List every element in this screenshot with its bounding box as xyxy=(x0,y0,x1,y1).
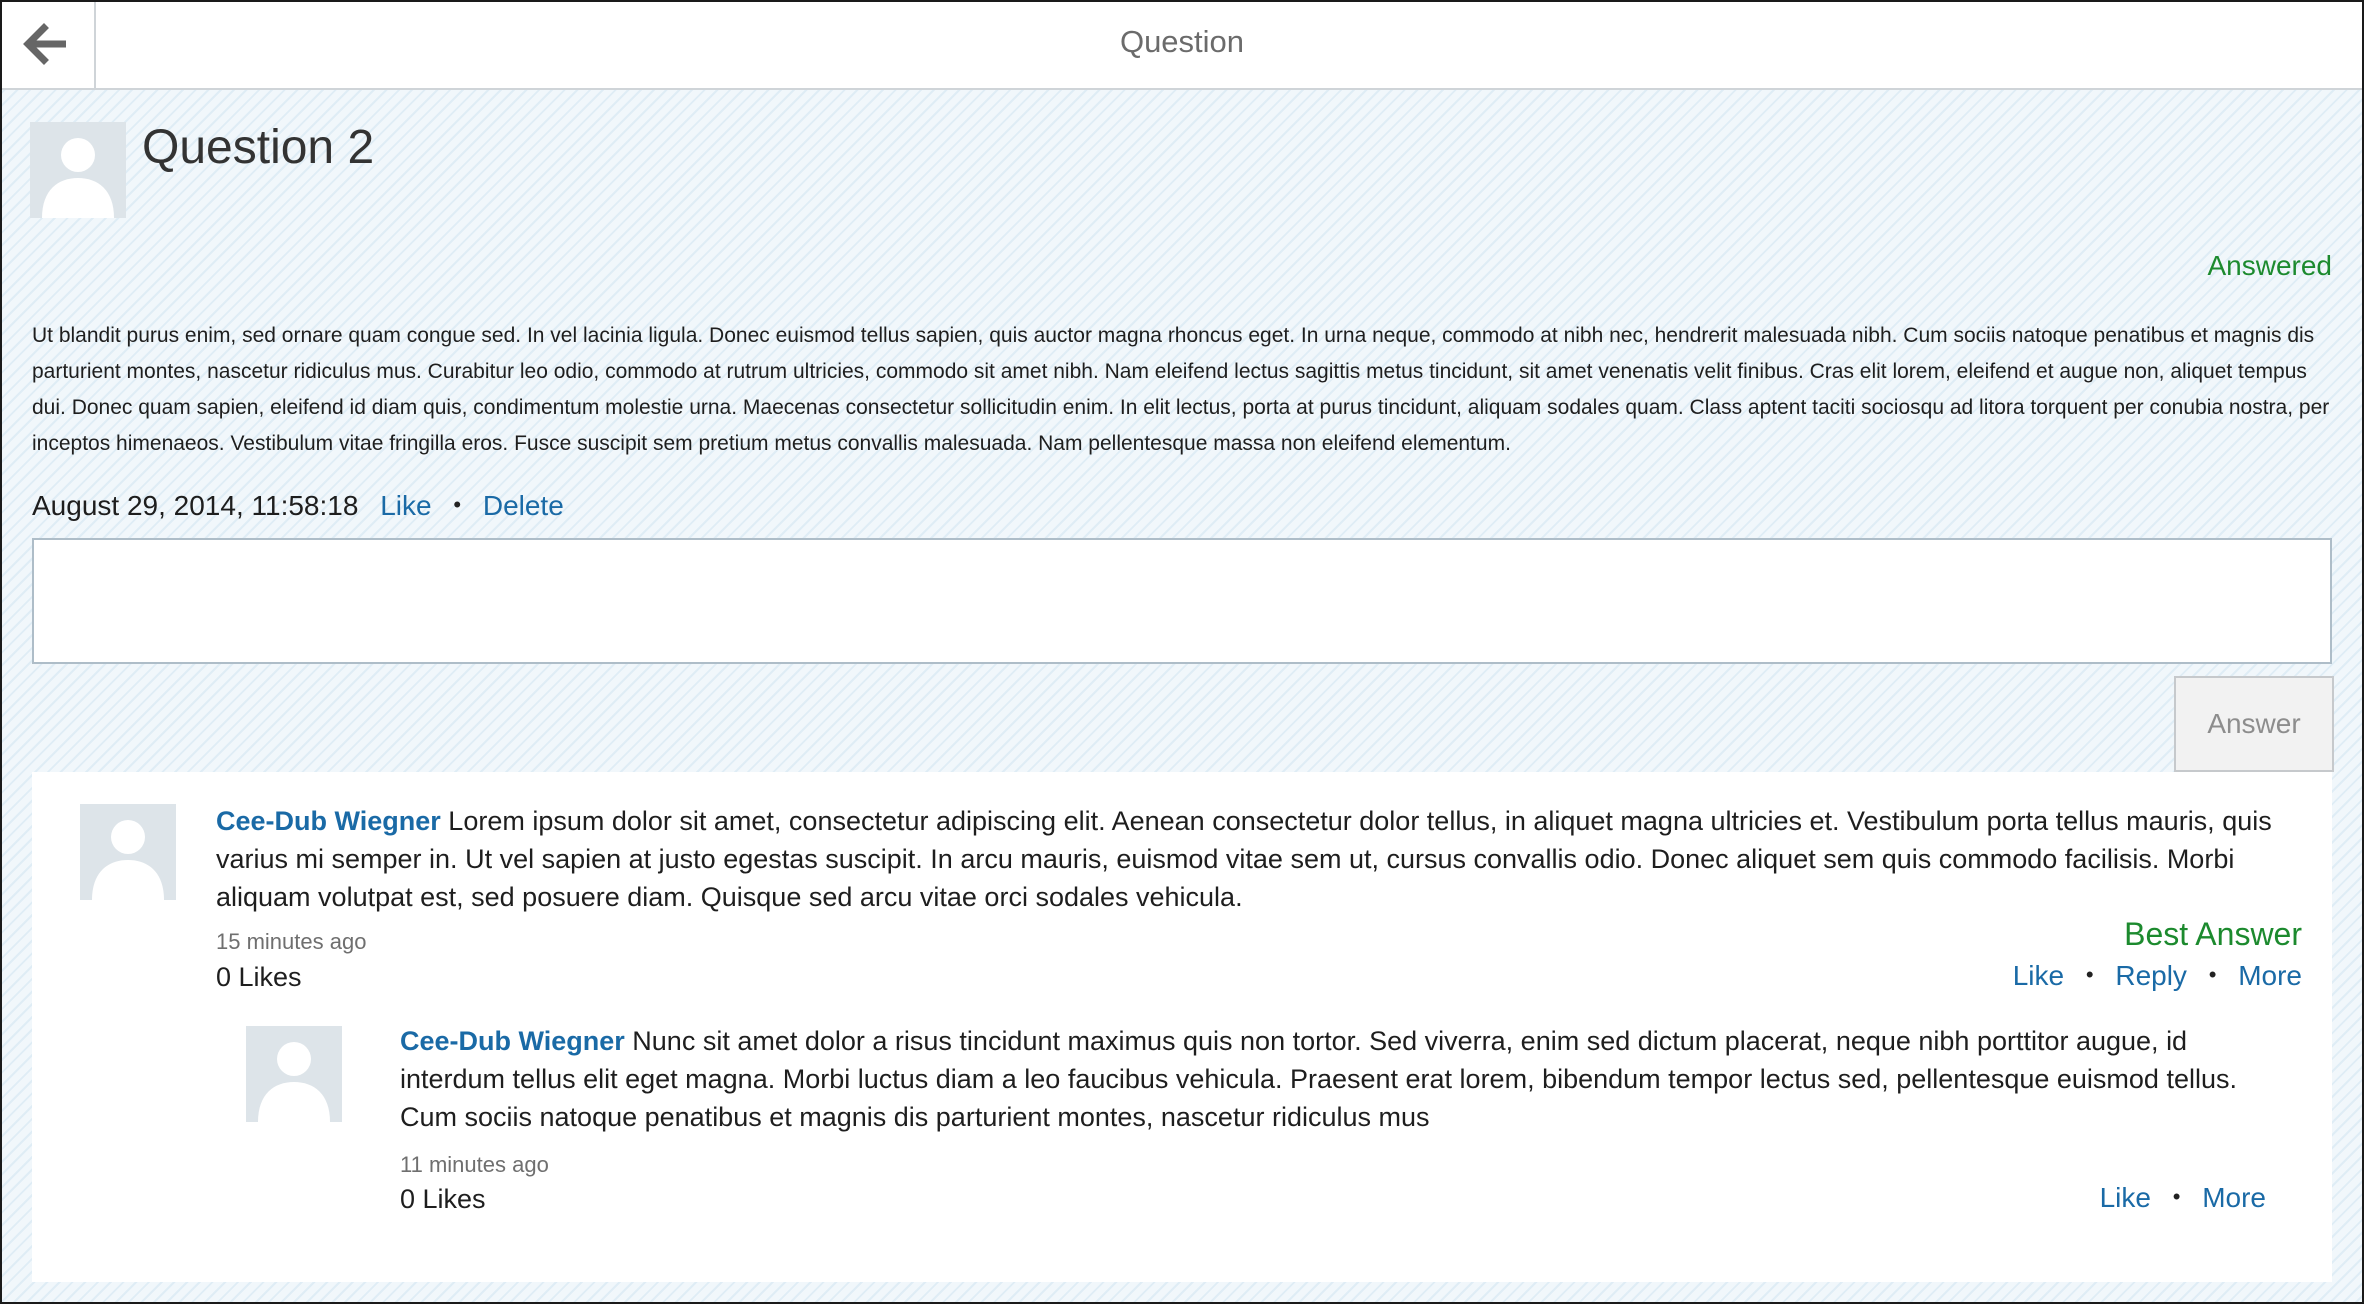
question-delete-link[interactable]: Delete xyxy=(483,490,564,521)
separator-dot: • xyxy=(2172,1184,2181,1209)
reply-text: Cee-Dub Wiegner Nunc sit amet dolor a ri… xyxy=(400,1022,2280,1136)
page-title: Question xyxy=(1119,24,1245,59)
answers-list: Cee-Dub Wiegner Lorem ipsum dolor sit am… xyxy=(32,772,2332,1282)
answered-status: Answered xyxy=(2207,250,2332,281)
app-frame: Question Question 2 Answered Ut blandit … xyxy=(0,0,2364,1304)
separator-dot: • xyxy=(2085,962,2094,987)
reply-author-avatar xyxy=(246,1026,342,1122)
question-author-avatar xyxy=(30,122,126,218)
reply-time: 11 minutes ago xyxy=(400,1152,549,1177)
separator-dot: • xyxy=(453,492,462,517)
question-title: Question 2 xyxy=(142,121,375,174)
user-silhouette-icon xyxy=(92,820,164,900)
answer-time: 15 minutes ago xyxy=(216,929,367,954)
reply-like-count: 0 Likes xyxy=(400,1184,486,1214)
answer-text: Cee-Dub Wiegner Lorem ipsum dolor sit am… xyxy=(216,802,2326,916)
answer-author-avatar xyxy=(80,804,176,900)
question-like-link[interactable]: Like xyxy=(380,490,431,521)
question-meta: August 29, 2014, 11:58:18 Like • Delete xyxy=(32,490,564,522)
separator-dot: • xyxy=(2208,962,2217,987)
answer-input[interactable] xyxy=(32,538,2332,664)
reply-like-link[interactable]: Like xyxy=(2100,1182,2151,1213)
top-bar: Question xyxy=(2,2,2362,90)
answer-more-link[interactable]: More xyxy=(2238,960,2302,991)
reply-body: Nunc sit amet dolor a risus tincidunt ma… xyxy=(400,1026,2237,1132)
reply-item: Cee-Dub Wiegner Nunc sit amet dolor a ri… xyxy=(216,1004,2296,1250)
user-silhouette-icon xyxy=(42,138,114,218)
user-silhouette-icon xyxy=(258,1042,330,1122)
best-answer-badge: Best Answer xyxy=(2124,916,2302,952)
answer-actions: Like • Reply • More xyxy=(2013,960,2302,992)
reply-author-link[interactable]: Cee-Dub Wiegner xyxy=(400,1026,625,1056)
reply-actions: Like • More xyxy=(2100,1182,2266,1214)
answer-author-link[interactable]: Cee-Dub Wiegner xyxy=(216,806,441,836)
answer-like-count: 0 Likes xyxy=(216,962,302,992)
question-timestamp: August 29, 2014, 11:58:18 xyxy=(32,490,359,521)
reply-more-link[interactable]: More xyxy=(2202,1182,2266,1213)
question-body: Ut blandit purus enim, sed ornare quam c… xyxy=(32,324,2330,455)
answer-body: Lorem ipsum dolor sit amet, consectetur … xyxy=(216,806,2272,912)
answer-button[interactable]: Answer xyxy=(2174,676,2334,772)
answer-like-link[interactable]: Like xyxy=(2013,960,2064,991)
answer-reply-link[interactable]: Reply xyxy=(2115,960,2187,991)
